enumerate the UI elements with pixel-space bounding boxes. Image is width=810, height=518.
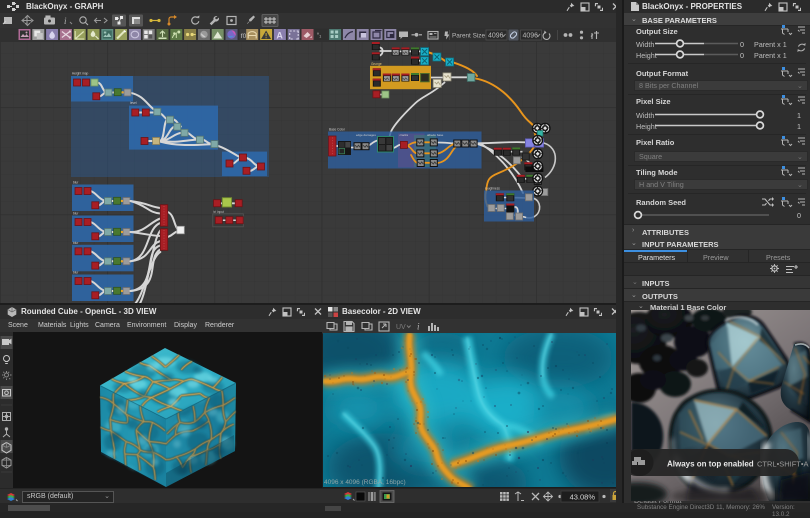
svg-text:Grunge: Grunge [371, 62, 382, 66]
svg-text:tri input: tri input [214, 210, 225, 214]
svg-text:roughness: roughness [485, 187, 500, 191]
svg-text:level: level [130, 101, 137, 105]
svg-text:4096: 4096 [488, 33, 504, 40]
svg-text:i: i [64, 16, 67, 26]
svg-text:Always on top enabled: Always on top enabled [667, 460, 754, 469]
svg-text:albedo base: albedo base [427, 133, 444, 137]
svg-text:°₁: °₁ [317, 33, 321, 39]
svg-text:Parent Size:: Parent Size: [452, 33, 487, 40]
svg-text:UV: UV [396, 324, 406, 331]
svg-text:4096: 4096 [523, 33, 539, 40]
svg-text:A: A [276, 31, 283, 41]
svg-text:cracks: cracks [400, 133, 409, 137]
svg-text:Base Color: Base Color [329, 128, 346, 132]
svg-text:blur: blur [73, 181, 79, 185]
svg-text:i: i [417, 322, 420, 332]
svg-text:edge damages: edge damages [356, 133, 376, 137]
svg-text:Height map: Height map [72, 72, 89, 76]
svg-text:CTRL•SHIFT•A: CTRL•SHIFT•A [757, 460, 809, 469]
svg-text:43.08%: 43.08% [570, 493, 596, 502]
